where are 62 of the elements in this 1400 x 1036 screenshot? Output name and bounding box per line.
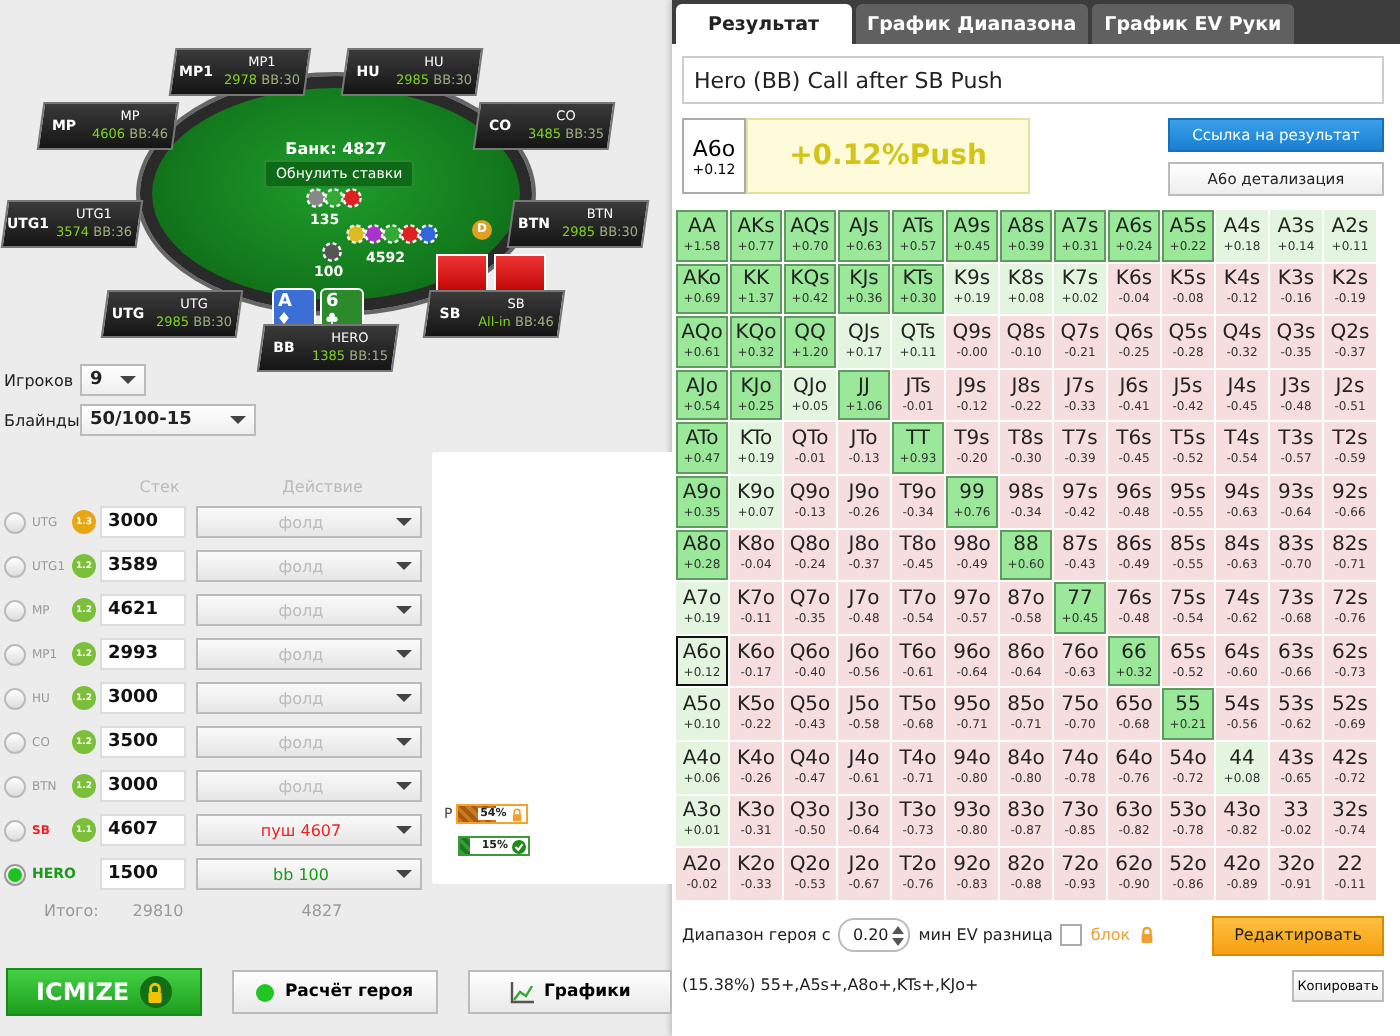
hand-name: A6o bbox=[692, 135, 736, 161]
stack-field[interactable]: 3000 bbox=[100, 682, 186, 714]
range-text: (15.38%) 55+,A5s+,A8o+,KTs+,KJo+ bbox=[682, 976, 979, 995]
players-label: Игроков bbox=[4, 371, 76, 389]
lock-icon bbox=[1138, 926, 1157, 945]
hero-calc-button[interactable]: Расчёт героя bbox=[231, 970, 439, 1014]
caret-icon bbox=[396, 826, 412, 834]
caret-icon bbox=[396, 782, 412, 790]
stack-field[interactable]: 3000 bbox=[100, 770, 186, 802]
caret-icon bbox=[230, 416, 246, 424]
radio-button[interactable] bbox=[4, 643, 26, 665]
block-label: блок bbox=[1090, 926, 1131, 945]
club-icon bbox=[326, 312, 338, 324]
stack-field[interactable]: 2993 bbox=[100, 638, 186, 670]
blinds-dropdown[interactable]: 50/100-15 bbox=[80, 404, 256, 436]
radio-button[interactable] bbox=[4, 599, 26, 621]
tab[interactable]: График EV Руки bbox=[1092, 4, 1294, 44]
edit-button[interactable]: Редактировать bbox=[1212, 915, 1384, 956]
caret-icon bbox=[120, 376, 136, 384]
caret-icon bbox=[396, 518, 412, 526]
stack-field[interactable]: 1500 bbox=[100, 858, 186, 890]
total-pot: 4827 bbox=[299, 901, 345, 919]
chart-icon bbox=[509, 981, 534, 1003]
caret-icon bbox=[396, 606, 412, 614]
radio-button[interactable] bbox=[4, 687, 26, 709]
caret-icon bbox=[396, 650, 412, 658]
spinner-icon[interactable] bbox=[892, 925, 905, 946]
chips-icon bbox=[306, 188, 362, 208]
chips-icon bbox=[346, 224, 438, 244]
charts-button[interactable]: Графики bbox=[468, 970, 672, 1014]
players-dropdown[interactable]: 9 bbox=[80, 364, 146, 396]
stack-field[interactable]: 3000 bbox=[100, 506, 186, 538]
caret-icon bbox=[396, 694, 412, 702]
range-label: Диапазон героя с bbox=[682, 926, 831, 945]
status-dot-icon bbox=[256, 983, 275, 1001]
radio-button[interactable] bbox=[4, 511, 26, 533]
total-label: Итого: bbox=[44, 901, 101, 919]
stack-field[interactable]: 3500 bbox=[100, 726, 186, 758]
stack-field[interactable]: 4621 bbox=[100, 594, 186, 626]
radio-button[interactable] bbox=[4, 863, 26, 885]
radio-button[interactable] bbox=[4, 731, 26, 753]
caret-icon bbox=[396, 870, 412, 878]
block-checkbox[interactable] bbox=[1060, 924, 1083, 947]
stack-field[interactable]: 4607 bbox=[100, 814, 186, 846]
blinds-label: Блайнды bbox=[4, 411, 80, 429]
stack-field[interactable]: 3589 bbox=[100, 550, 186, 582]
total-stack: 29810 bbox=[130, 901, 186, 919]
action-dropdown[interactable]: пуш 4607 bbox=[196, 814, 422, 846]
pot-amount: Банк: 4827 bbox=[283, 140, 389, 158]
caret-icon bbox=[396, 738, 412, 746]
chips-icon bbox=[322, 242, 342, 262]
result-verdict: +0.12%Push bbox=[746, 118, 1030, 194]
lock-icon bbox=[144, 981, 167, 1003]
radio-button[interactable] bbox=[4, 775, 26, 797]
radio-button[interactable] bbox=[4, 555, 26, 577]
ev-diff-label: мин EV разница bbox=[918, 926, 1053, 945]
tab[interactable]: Результат bbox=[676, 4, 852, 44]
result-title: Hero (BB) Call after SB Push bbox=[682, 56, 1384, 104]
caret-icon bbox=[396, 562, 412, 570]
tab[interactable]: График Диапазона bbox=[855, 4, 1089, 44]
radio-button[interactable] bbox=[4, 819, 26, 841]
range-min-field[interactable]: 0.20 bbox=[838, 918, 911, 953]
